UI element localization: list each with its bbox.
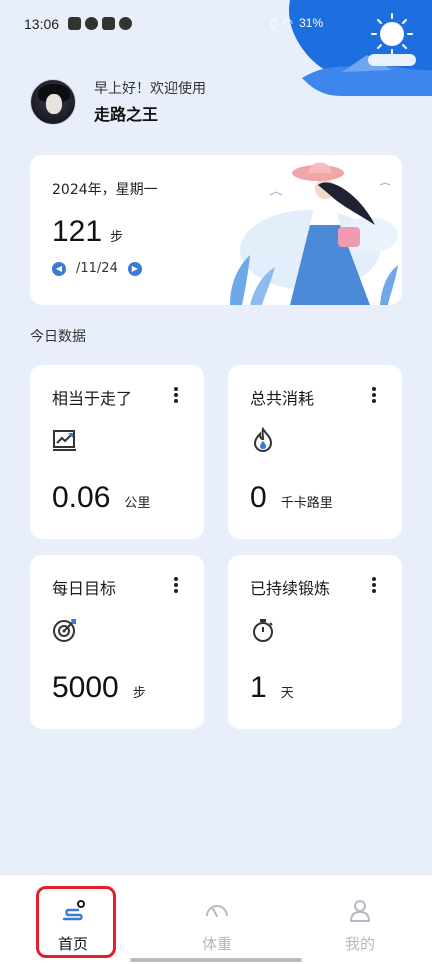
tab-label: 我的	[344, 935, 375, 953]
more-vertical-icon[interactable]	[168, 385, 184, 405]
mail-icon	[68, 17, 81, 30]
step-count: 121	[52, 215, 103, 248]
stat-value: 0	[250, 481, 267, 514]
home-indicator	[130, 958, 302, 962]
stat-card-calories[interactable]: 总共消耗 0 千卡路里	[228, 365, 402, 539]
step-summary-card: 2024年，星期一 121 步 ◀ /11/24 ▶	[30, 155, 402, 305]
target-icon	[53, 619, 76, 642]
profile-header: 早上好！欢迎使用 走路之王	[30, 78, 206, 125]
tab-weight[interactable]: 体重	[172, 875, 262, 961]
stat-card-daily-goal[interactable]: 每日目标 5000 步	[30, 555, 204, 729]
chevron-right-icon[interactable]: ▶	[127, 261, 142, 276]
flame-icon	[253, 427, 273, 453]
username: 走路之王	[94, 105, 159, 124]
stat-unit: 千卡路里	[280, 496, 333, 511]
girl-illustration	[230, 162, 398, 305]
active-tab-highlight	[36, 886, 116, 958]
date-weekday: 2024年，星期一	[52, 182, 158, 198]
step-unit: 步	[110, 230, 124, 245]
chevron-left-icon[interactable]: ◀	[52, 261, 66, 276]
wechat-icon	[119, 17, 132, 30]
stat-title: 总共消耗	[250, 389, 315, 408]
more-vertical-icon[interactable]	[366, 575, 382, 595]
gauge-icon	[206, 905, 228, 917]
more-vertical-icon[interactable]	[168, 575, 184, 595]
weather-decoration	[288, 0, 432, 96]
status-right: ▯ ◠ 31%	[270, 16, 323, 30]
battery-level: 31%	[299, 16, 324, 30]
stat-unit: 公里	[124, 496, 151, 511]
check-icon	[85, 17, 98, 30]
stat-title: 已持续锻炼	[250, 579, 331, 598]
notification-icons	[68, 17, 132, 30]
stat-card-streak[interactable]: 已持续锻炼 1 天	[228, 555, 402, 729]
stat-title: 每日目标	[52, 579, 117, 598]
stat-value: 0.06	[52, 481, 111, 514]
stat-title: 相当于走了	[52, 389, 133, 408]
greeting-text: 早上好！欢迎使用	[94, 81, 206, 97]
date-navigator: ◀ /11/24 ▶	[52, 261, 142, 276]
tab-me[interactable]: 我的	[315, 875, 405, 961]
stat-card-distance[interactable]: 相当于走了 0.06 公里	[30, 365, 204, 539]
more-vertical-icon[interactable]	[366, 385, 382, 405]
section-title: 今日数据	[30, 329, 86, 345]
stopwatch-icon	[253, 619, 273, 642]
stat-unit: 步	[132, 686, 146, 701]
vibrate-icon: ▯	[270, 16, 277, 30]
tab-label: 体重	[201, 935, 232, 953]
status-time: 13:06	[24, 16, 60, 32]
user-icon	[349, 900, 371, 922]
avatar[interactable]	[30, 78, 76, 125]
stat-value: 5000	[52, 671, 119, 704]
stat-value: 1	[250, 671, 267, 704]
date-nav-label: /11/24	[76, 261, 118, 276]
wifi-icon: ◠	[282, 16, 294, 30]
stat-unit: 天	[280, 686, 294, 701]
trend-chart-icon	[53, 430, 76, 451]
app-icon	[102, 17, 115, 30]
